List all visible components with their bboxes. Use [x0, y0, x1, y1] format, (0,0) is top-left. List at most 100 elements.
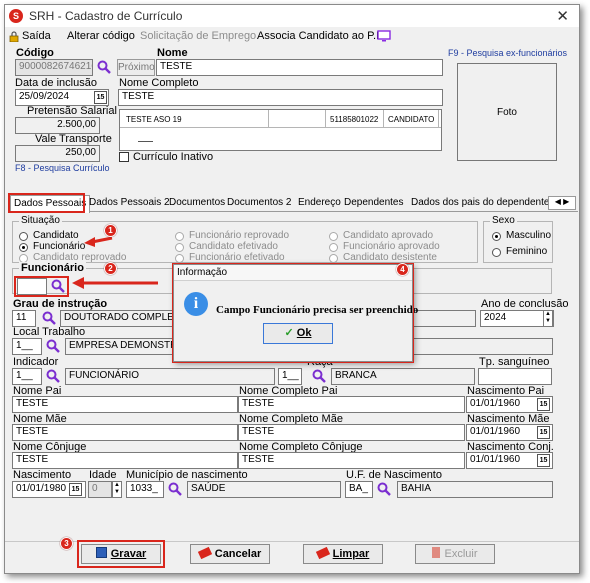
sexo-group: Sexo Masculino Feminino	[483, 215, 553, 263]
vale-transporte-field[interactable]: 250,00	[15, 145, 100, 162]
search-municipio-icon[interactable]	[167, 481, 183, 497]
limpar-button[interactable]: Limpar	[303, 544, 383, 564]
ano-spin-icon[interactable]: ▲ ▼	[543, 310, 553, 327]
radio-masculino-label: Masculino	[506, 230, 552, 241]
tp-sanguineo-label: Tp. sanguíneo	[479, 356, 550, 368]
idade-field[interactable]: 0	[88, 481, 112, 498]
ano-conclusao-label: Ano de conclusão	[481, 298, 569, 310]
local-code-field[interactable]: 1__	[12, 338, 42, 355]
radio-candidato-efetivado[interactable]	[175, 243, 184, 252]
radio-funcionario-efetivado-label: Funcionário efetivado	[189, 252, 285, 263]
calendar-mae-icon[interactable]: 15	[537, 426, 550, 439]
annotation-badge-3: 3	[60, 537, 73, 550]
highlight-funcionario	[14, 276, 69, 297]
indicador-code-field[interactable]: 1__	[12, 368, 42, 385]
search-codigo-icon[interactable]	[96, 59, 112, 75]
radio-masculino[interactable]	[492, 232, 501, 241]
nome-completo-pai-field[interactable]: TESTE	[238, 396, 465, 413]
uf-desc-field[interactable]: BAHIA	[397, 481, 553, 498]
data-inclusao-label: Data de inclusão	[15, 77, 97, 89]
foto-label: Foto	[496, 107, 517, 118]
grid-cell-nome[interactable]: TESTE ASO 19	[126, 115, 182, 124]
grid-cell-cpf[interactable]: 51185801022	[330, 115, 378, 124]
calendar-icon[interactable]: 15	[94, 91, 107, 104]
tab-dados-pais-dependente[interactable]: Dados dos pais do dependente	[408, 195, 552, 212]
menu-solicitacao-emprego[interactable]: Solicitação de Emprego	[140, 30, 256, 42]
search-indicador-icon[interactable]	[45, 368, 61, 384]
nome-mae-field[interactable]: TESTE	[12, 424, 238, 441]
search-local-icon[interactable]	[45, 338, 61, 354]
grid-cell-situacao[interactable]: CANDIDATO	[388, 115, 434, 124]
radio-funcionario-efetivado[interactable]	[175, 254, 184, 263]
highlight-dialog	[172, 263, 414, 363]
menu-associa-candidato[interactable]: Associa Candidato ao P.I.	[257, 30, 382, 42]
menu-bar: Saída Alterar código Solicitação de Empr…	[5, 27, 579, 47]
situacao-group: Situação Candidato Funcionário Candidato…	[12, 215, 478, 263]
annotation-badge-4: 4	[396, 263, 409, 276]
tab-strip: Dados Pessoais Dados Pessoais 2 Document…	[8, 195, 578, 213]
eraser-icon	[197, 546, 212, 560]
search-grau-icon[interactable]	[41, 310, 57, 326]
foto-frame[interactable]: Foto	[457, 63, 557, 161]
calendar-pai-icon[interactable]: 15	[537, 398, 550, 411]
curriculo-window: S SRH - Cadastro de Currículo ✕ Saída Al…	[4, 4, 580, 574]
nome-pai-field[interactable]: TESTE	[12, 396, 238, 413]
nome-completo-field[interactable]: TESTE	[118, 89, 443, 106]
local-trabalho-label: Local Trabalho	[13, 326, 86, 338]
nome-completo-conjuge-field[interactable]: TESTE	[238, 452, 465, 469]
curriculo-inativo-checkbox[interactable]	[119, 152, 129, 162]
radio-candidato-efetivado-label: Candidato efetivado	[189, 241, 278, 252]
pretensao-field[interactable]: 2.500,00	[15, 117, 100, 134]
proximo-button[interactable]: Próximo	[117, 59, 155, 76]
nome-label: Nome	[157, 47, 188, 59]
nome-completo-mae-field[interactable]: TESTE	[238, 424, 465, 441]
codigo-field[interactable]: 90000826746216	[15, 59, 93, 76]
lock-icon	[9, 31, 19, 42]
radio-funcionario-reprovado[interactable]	[175, 232, 184, 241]
close-icon[interactable]: ✕	[556, 7, 569, 25]
idade-spin-icon[interactable]: ▲ ▼	[112, 481, 122, 498]
indicador-desc-field[interactable]: FUNCIONÁRIO	[65, 368, 275, 385]
tab-endereco[interactable]: Endereço	[295, 195, 344, 212]
menu-alterar-codigo[interactable]: Alterar código	[67, 30, 135, 42]
idade-label: Idade	[89, 469, 117, 481]
nome-conjuge-field[interactable]: TESTE	[12, 452, 238, 469]
grau-code-field[interactable]: 11	[12, 310, 36, 327]
raca-code-field[interactable]: 1__	[278, 368, 302, 385]
clear-icon	[315, 546, 330, 560]
nome-field[interactable]: TESTE	[156, 59, 443, 76]
curriculo-inativo-label: Currículo Inativo	[133, 151, 214, 163]
codigo-label: Código	[16, 47, 54, 59]
tp-sanguineo-field[interactable]	[478, 368, 552, 385]
radio-candidato-desistente[interactable]	[329, 254, 338, 263]
radio-funcionario-label: Funcionário	[33, 241, 86, 252]
municipio-code-field[interactable]: 1033_	[126, 481, 164, 498]
search-raca-icon[interactable]	[311, 368, 327, 384]
radio-funcionario-aprovado-label: Funcionário aprovado	[343, 241, 440, 252]
radio-funcionario[interactable]	[19, 243, 28, 252]
sexo-title: Sexo	[490, 215, 517, 226]
radio-candidato[interactable]	[19, 232, 28, 241]
cancelar-button[interactable]: Cancelar	[190, 544, 270, 564]
tab-documentos[interactable]: Documentos	[166, 195, 228, 212]
monitor-icon[interactable]	[377, 30, 391, 42]
tab-dependentes[interactable]: Dependentes	[341, 195, 407, 212]
radio-feminino[interactable]	[492, 248, 501, 257]
uf-code-field[interactable]: BA_	[345, 481, 373, 498]
search-uf-icon[interactable]	[376, 481, 392, 497]
radio-candidato-aprovado[interactable]	[329, 232, 338, 241]
calendar-conjuge-icon[interactable]: 15	[537, 454, 550, 467]
window-title: SRH - Cadastro de Currículo	[29, 9, 183, 23]
vale-transporte-label: Vale Transporte	[35, 133, 112, 145]
calendar-nascimento-icon[interactable]: 15	[69, 483, 82, 496]
highlight-tab	[8, 193, 85, 213]
tab-dados-pessoais-2[interactable]: Dados Pessoais 2	[86, 195, 173, 212]
municipio-desc-field[interactable]: SAÚDE	[187, 481, 341, 498]
radio-funcionario-aprovado[interactable]	[329, 243, 338, 252]
tab-documentos-2[interactable]: Documentos 2	[224, 195, 294, 212]
raca-desc-field[interactable]: BRANCA	[331, 368, 475, 385]
menu-saida[interactable]: Saída	[22, 30, 51, 42]
situacao-title: Situação	[19, 215, 62, 226]
tab-scroll-arrows[interactable]: ◀ ▶	[548, 196, 576, 210]
excluir-button[interactable]: Excluir	[415, 544, 495, 564]
